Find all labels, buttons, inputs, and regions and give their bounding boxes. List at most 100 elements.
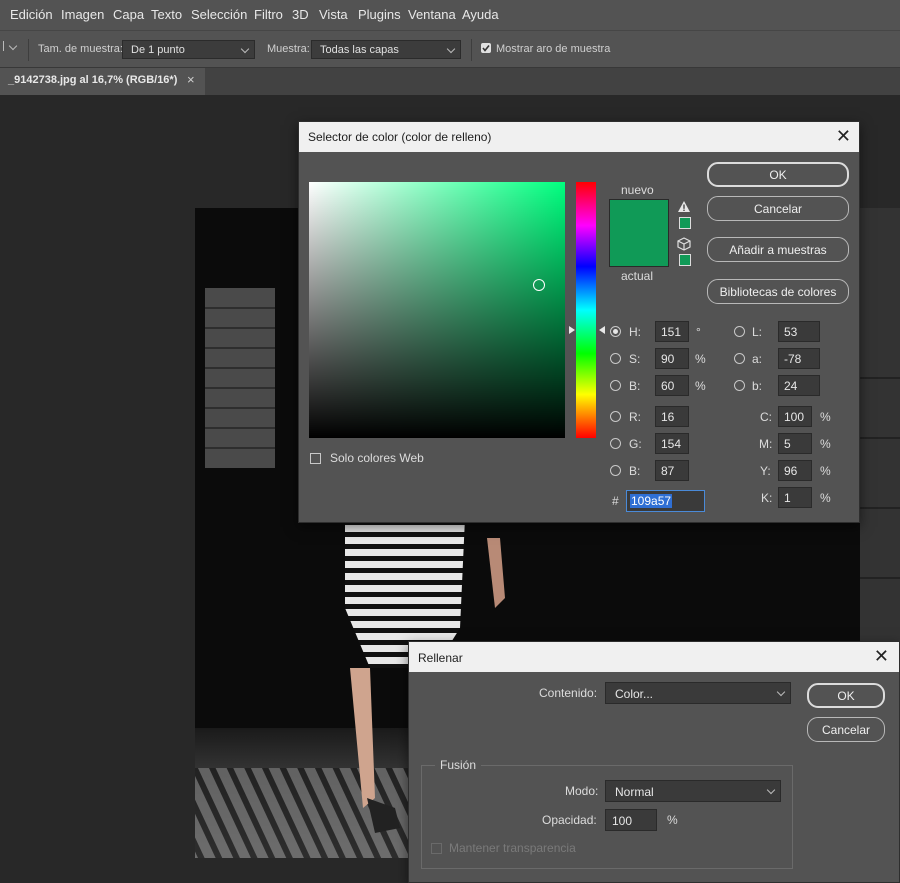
menu-plugins[interactable]: Plugins bbox=[358, 7, 401, 22]
lab-b-field[interactable]: 24 bbox=[778, 375, 820, 396]
menu-vista[interactable]: Vista bbox=[319, 7, 348, 22]
content-value: Color... bbox=[615, 687, 654, 701]
preserve-transparency-checkbox[interactable] bbox=[431, 843, 442, 854]
new-color-label: nuevo bbox=[621, 183, 654, 197]
hex-value: 109a57 bbox=[630, 494, 673, 508]
gamut-color-swatch[interactable] bbox=[679, 217, 691, 229]
brightness-label: B: bbox=[629, 379, 641, 393]
color-picker-dialog: Selector de color (color de relleno) ✕ S… bbox=[298, 121, 860, 523]
radio-h[interactable] bbox=[610, 326, 621, 337]
chevron-down-icon bbox=[240, 44, 250, 54]
r-field[interactable]: 16 bbox=[655, 406, 689, 427]
brightness-field[interactable]: 60 bbox=[655, 375, 689, 396]
radio-brightness[interactable] bbox=[610, 380, 621, 391]
k-field[interactable]: 1 bbox=[778, 487, 812, 508]
c-field[interactable]: 100 bbox=[778, 406, 812, 427]
a-field[interactable]: -78 bbox=[778, 348, 820, 369]
blue-field[interactable]: 87 bbox=[655, 460, 689, 481]
s-field[interactable]: 90 bbox=[655, 348, 689, 369]
add-to-swatches-button[interactable]: Añadir a muestras bbox=[707, 237, 849, 262]
radio-r[interactable] bbox=[610, 411, 621, 422]
color-cursor[interactable] bbox=[533, 279, 545, 291]
fill-titlebar[interactable]: Rellenar ✕ bbox=[409, 642, 899, 672]
radio-l[interactable] bbox=[734, 326, 745, 337]
sample-size-select[interactable]: De 1 punto bbox=[122, 40, 255, 59]
web-safe-cube-icon[interactable] bbox=[677, 237, 691, 251]
document-tab-bar: _9142738.jpg al 16,7% (RGB/16*) × bbox=[0, 67, 900, 95]
separator bbox=[28, 39, 29, 61]
menu-texto[interactable]: Texto bbox=[151, 7, 182, 22]
fill-cancel-button[interactable]: Cancelar bbox=[807, 717, 885, 742]
hex-field[interactable]: 109a57 bbox=[626, 490, 705, 512]
menu-seleccion[interactable]: Selección bbox=[191, 7, 247, 22]
web-colors-checkbox[interactable] bbox=[310, 453, 321, 464]
options-bar: Tam. de muestra: De 1 punto Muestra: Tod… bbox=[0, 30, 900, 68]
l-label: L: bbox=[752, 325, 763, 339]
mode-select[interactable]: Normal bbox=[605, 780, 781, 802]
y-label: Y: bbox=[760, 464, 771, 478]
radio-g[interactable] bbox=[610, 438, 621, 449]
opacity-field[interactable]: 100 bbox=[605, 809, 657, 831]
mode-value: Normal bbox=[615, 785, 654, 799]
fill-ok-button[interactable]: OK bbox=[807, 683, 885, 708]
out-of-gamut-warning-icon[interactable] bbox=[677, 200, 691, 213]
menu-3d[interactable]: 3D bbox=[292, 7, 309, 22]
menu-ayuda[interactable]: Ayuda bbox=[462, 7, 499, 22]
s-label: S: bbox=[629, 352, 641, 366]
separator bbox=[471, 39, 472, 61]
color-libraries-button[interactable]: Bibliotecas de colores bbox=[707, 279, 849, 304]
hue-slider[interactable] bbox=[576, 182, 596, 438]
y-field[interactable]: 96 bbox=[778, 460, 812, 481]
document-tab-title: _9142738.jpg al 16,7% (RGB/16*) bbox=[8, 74, 178, 86]
new-color-swatch bbox=[609, 199, 669, 233]
radio-a[interactable] bbox=[734, 353, 745, 364]
web-safe-color-swatch[interactable] bbox=[679, 254, 691, 266]
document-tab[interactable]: _9142738.jpg al 16,7% (RGB/16*) × bbox=[0, 68, 205, 95]
radio-blue[interactable] bbox=[610, 465, 621, 476]
radio-s[interactable] bbox=[610, 353, 621, 364]
cancel-button[interactable]: Cancelar bbox=[707, 196, 849, 221]
show-ring-label: Mostrar aro de muestra bbox=[496, 43, 611, 55]
hue-slider-right-arrow-icon[interactable] bbox=[598, 325, 606, 335]
menu-imagen[interactable]: Imagen bbox=[61, 7, 104, 22]
menu-edicion[interactable]: Edición bbox=[10, 7, 53, 22]
tool-preset-edge bbox=[0, 41, 4, 51]
close-tab-icon[interactable]: × bbox=[187, 72, 195, 87]
m-field[interactable]: 5 bbox=[778, 433, 812, 454]
hue-slider-left-arrow-icon[interactable] bbox=[568, 325, 576, 335]
c-label: C: bbox=[760, 410, 772, 424]
content-select[interactable]: Color... bbox=[605, 682, 791, 704]
menu-capa[interactable]: Capa bbox=[113, 7, 144, 22]
c-unit: % bbox=[820, 410, 831, 424]
s-unit: % bbox=[695, 352, 706, 366]
a-label: a: bbox=[752, 352, 763, 366]
sample-select[interactable]: Todas las capas bbox=[311, 40, 461, 59]
tool-preset-chevron-icon[interactable] bbox=[8, 41, 18, 51]
ok-button[interactable]: OK bbox=[707, 162, 849, 187]
close-icon[interactable]: ✕ bbox=[874, 647, 889, 665]
lab-b-label: b: bbox=[752, 379, 763, 393]
menu-filtro[interactable]: Filtro bbox=[254, 7, 283, 22]
current-color-swatch[interactable] bbox=[609, 233, 669, 267]
menu-bar: Edición Imagen Capa Texto Selección Filt… bbox=[0, 0, 900, 30]
saturation-brightness-field[interactable] bbox=[309, 182, 565, 438]
h-label: H: bbox=[629, 325, 641, 339]
opacity-label: Opacidad: bbox=[542, 813, 597, 827]
opacity-unit: % bbox=[667, 813, 678, 827]
r-label: R: bbox=[629, 410, 641, 424]
g-label: G: bbox=[629, 437, 642, 451]
black-gradient bbox=[309, 182, 565, 438]
g-field[interactable]: 154 bbox=[655, 433, 689, 454]
h-unit: ° bbox=[696, 325, 701, 339]
close-icon[interactable]: ✕ bbox=[836, 127, 851, 145]
show-ring-checkbox[interactable] bbox=[481, 43, 491, 53]
l-field[interactable]: 53 bbox=[778, 321, 820, 342]
sample-label: Muestra: bbox=[267, 43, 310, 55]
radio-lab-b[interactable] bbox=[734, 380, 745, 391]
color-picker-titlebar[interactable]: Selector de color (color de relleno) ✕ bbox=[299, 122, 859, 152]
brightness-unit: % bbox=[695, 379, 706, 393]
preserve-transparency-label: Mantener transparencia bbox=[449, 841, 576, 855]
h-field[interactable]: 151 bbox=[655, 321, 689, 342]
mode-label: Modo: bbox=[565, 784, 599, 798]
menu-ventana[interactable]: Ventana bbox=[408, 7, 456, 22]
